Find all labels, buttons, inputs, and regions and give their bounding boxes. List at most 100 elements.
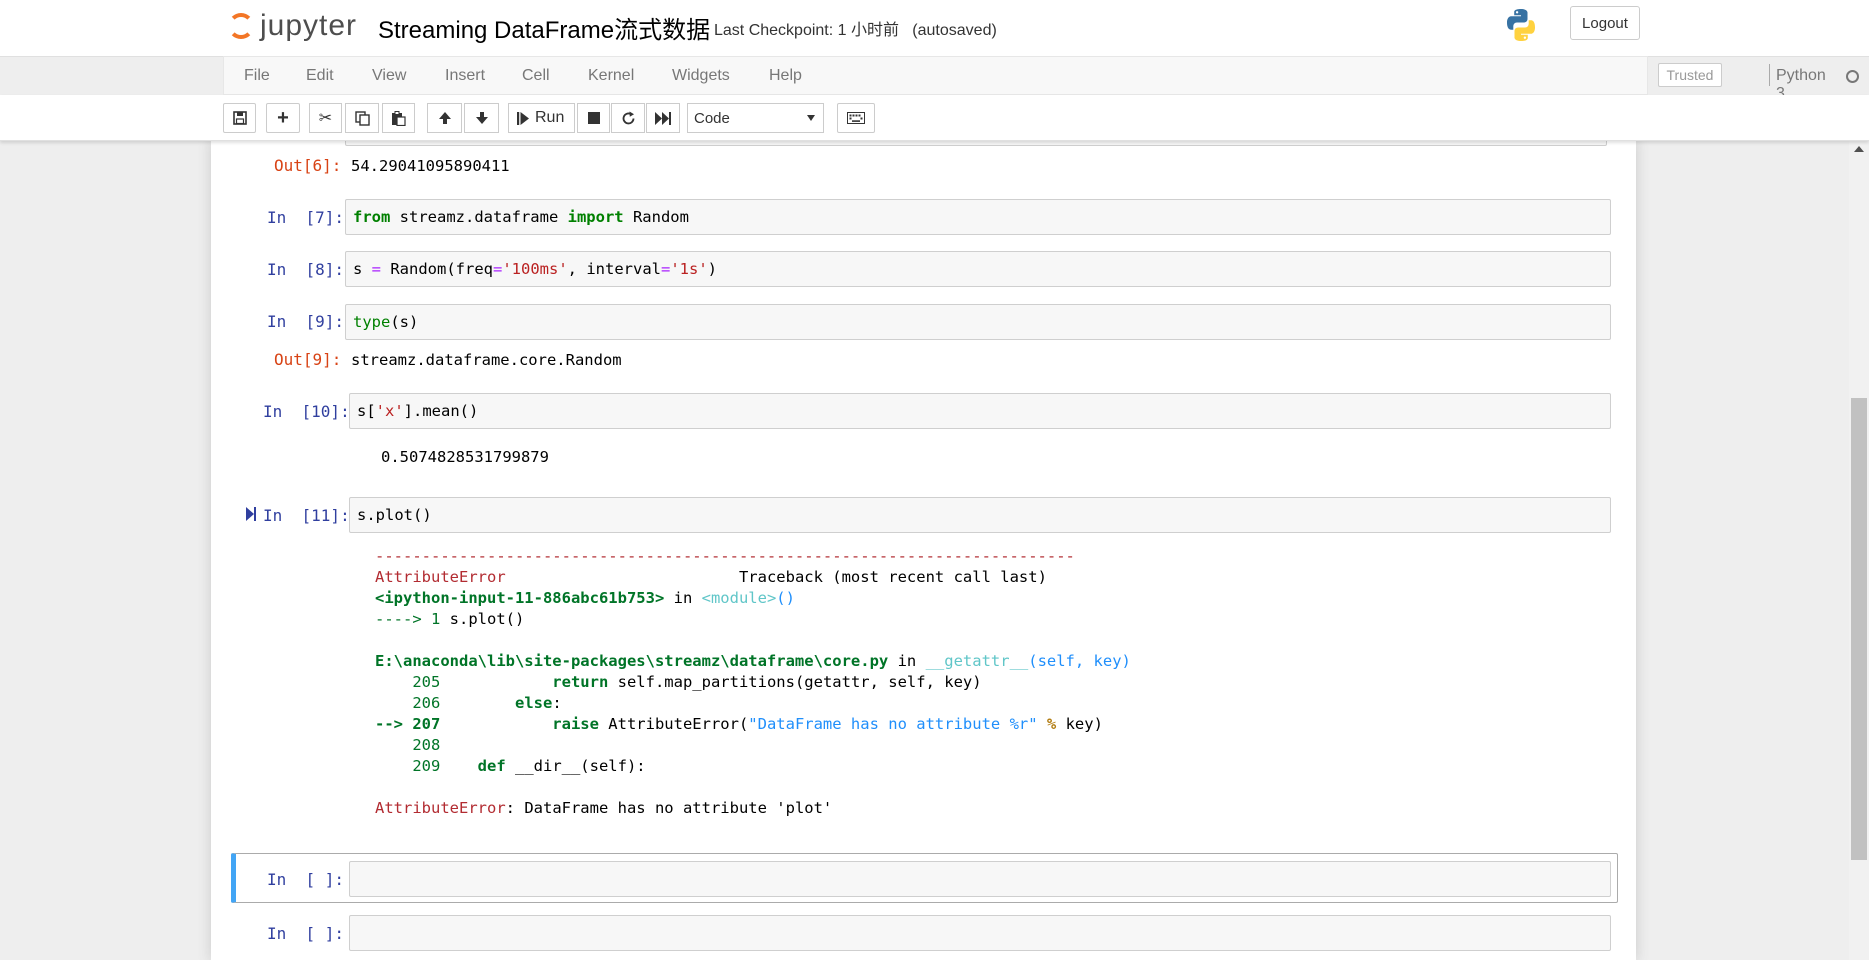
in9-prompt: In [9]: — [267, 312, 345, 331]
fast-forward-icon — [655, 111, 671, 125]
menu-edit[interactable]: Edit — [306, 67, 334, 85]
tb-line-number: 209 — [375, 757, 441, 775]
python-logo-icon — [1507, 9, 1535, 41]
empty-cell2-input[interactable] — [349, 915, 1611, 951]
tb-code: key) — [1056, 715, 1103, 733]
in8-prompt: In [8]: — [267, 260, 345, 279]
step-forward-icon — [517, 111, 529, 125]
in10-prompt: In [10]: — [263, 402, 350, 421]
tb-operator: % — [1037, 715, 1057, 733]
scrollbar-thumb[interactable] — [1851, 398, 1867, 860]
tb-string: "DataFrame has no attribute %r" — [748, 715, 1038, 733]
tb-code: : — [552, 694, 562, 712]
code-token: streamz.dataframe — [390, 208, 568, 226]
tb-code: __dir__(self): — [505, 757, 646, 775]
empty-cell1-input[interactable] — [349, 861, 1611, 897]
code-token: Random — [623, 208, 689, 226]
arrow-down-icon — [475, 112, 488, 124]
run-all-button[interactable] — [646, 103, 680, 133]
cell-type-value: Code — [694, 109, 730, 127]
tb-dashes: ----------------------------------------… — [375, 547, 1075, 565]
menu-help[interactable]: Help — [769, 67, 802, 85]
tb-module-parens: () — [776, 589, 795, 607]
restart-icon — [622, 111, 634, 124]
tb-arrow: ----> 1 — [375, 610, 450, 628]
tb-arrow: --> 207 — [375, 715, 441, 733]
in9-code-input[interactable]: type (s) — [345, 304, 1611, 340]
cut-button[interactable]: ✂ — [309, 103, 342, 133]
tb-keyword: def — [440, 757, 506, 775]
menu-cell[interactable]: Cell — [522, 67, 550, 85]
code-token: s[ — [357, 402, 376, 420]
scroll-up-arrow-icon[interactable] — [1854, 146, 1864, 152]
move-down-button[interactable] — [464, 103, 499, 133]
code-token: type — [353, 313, 391, 331]
logout-button[interactable]: Logout — [1570, 6, 1640, 40]
plus-icon: + — [277, 106, 289, 129]
in7-prompt: In [7]: — [267, 208, 345, 227]
notebook-title[interactable]: Streaming DataFrame流式数据 — [378, 10, 710, 45]
tb-line-number: 205 — [375, 673, 441, 691]
out6-prompt: Out[6]: — [274, 156, 342, 175]
toolbar: + ✂ Run Code — [0, 95, 1869, 141]
chevron-down-icon — [807, 115, 815, 121]
code-token: = — [661, 260, 671, 278]
tb-line-number: 206 — [375, 694, 441, 712]
code-token: from — [353, 208, 391, 226]
tb-file-path: E:\anaconda\lib\site-packages\streamz\da… — [375, 652, 889, 670]
tb-final-error-name: AttributeError — [375, 799, 506, 817]
code-token: import — [567, 208, 624, 226]
insert-cell-button[interactable]: + — [266, 103, 300, 133]
scrollbar[interactable] — [1849, 140, 1869, 960]
trusted-indicator[interactable]: Trusted — [1658, 63, 1722, 87]
tb-keyword: return — [440, 673, 609, 691]
out10-stream-value: 0.5074828531799879 — [381, 448, 549, 466]
code-token: , interval — [567, 260, 661, 278]
menu-view[interactable]: View — [372, 67, 406, 85]
menu-widgets[interactable]: Widgets — [672, 67, 730, 85]
stop-icon — [587, 112, 600, 124]
in10-code-input[interactable]: s['x'].mean() — [349, 393, 1611, 429]
in7-code-input[interactable]: from streamz.dataframe import Random — [345, 199, 1611, 235]
paste-icon — [392, 110, 406, 126]
empty-cell2-prompt: In [ ]: — [267, 924, 345, 943]
jupyter-logo-icon — [228, 13, 254, 39]
tb-label: Traceback (most recent call last) — [505, 568, 1047, 586]
save-button[interactable] — [223, 103, 256, 133]
move-up-button[interactable] — [427, 103, 462, 133]
tb-in-word: in — [888, 652, 926, 670]
tb-in-word: in — [664, 589, 702, 607]
menubar: File Edit View Insert Cell Kernel Widget… — [223, 56, 1859, 102]
traceback-output: ----------------------------------------… — [375, 546, 1131, 819]
in8-code-input[interactable]: s = Random(freq = '100ms', interval = '1s') — [345, 251, 1611, 287]
kernel-idle-icon — [1846, 70, 1859, 83]
tb-final-message: : DataFrame has no attribute 'plot' — [505, 799, 833, 817]
jupyter-logo[interactable]: jupyter — [228, 8, 357, 44]
run-button[interactable]: Run — [508, 103, 575, 133]
code-token: s — [353, 260, 372, 278]
menu-kernel[interactable]: Kernel — [588, 67, 634, 85]
menu-file[interactable]: File — [244, 67, 270, 85]
header: jupyter Streaming DataFrame流式数据 Last Che… — [0, 0, 1869, 57]
code-token: '100ms' — [502, 260, 568, 278]
interrupt-button[interactable] — [577, 103, 610, 133]
restart-button[interactable] — [611, 103, 645, 133]
code-token: '1s' — [670, 260, 708, 278]
arrow-up-icon — [438, 112, 451, 124]
code-token: (s) — [390, 313, 419, 331]
command-palette-button[interactable] — [837, 103, 875, 133]
tb-keyword: raise — [440, 715, 599, 733]
logo-text: jupyter — [260, 9, 358, 42]
paste-button[interactable] — [382, 103, 415, 133]
in11-code-input[interactable]: s.plot() — [349, 497, 1611, 533]
code-token: = — [493, 260, 503, 278]
tb-code: self.map_partitions(getattr, self, key) — [608, 673, 982, 691]
cell-type-select[interactable]: Code — [687, 103, 824, 133]
copy-button[interactable] — [345, 103, 379, 133]
menu-insert[interactable]: Insert — [445, 67, 485, 85]
empty-cell1-prompt: In [ ]: — [267, 870, 345, 889]
copy-icon — [354, 110, 370, 126]
tb-line-code: s.plot() — [449, 610, 525, 628]
code-token: ].mean() — [403, 402, 479, 420]
out9-prompt: Out[9]: — [274, 350, 342, 369]
